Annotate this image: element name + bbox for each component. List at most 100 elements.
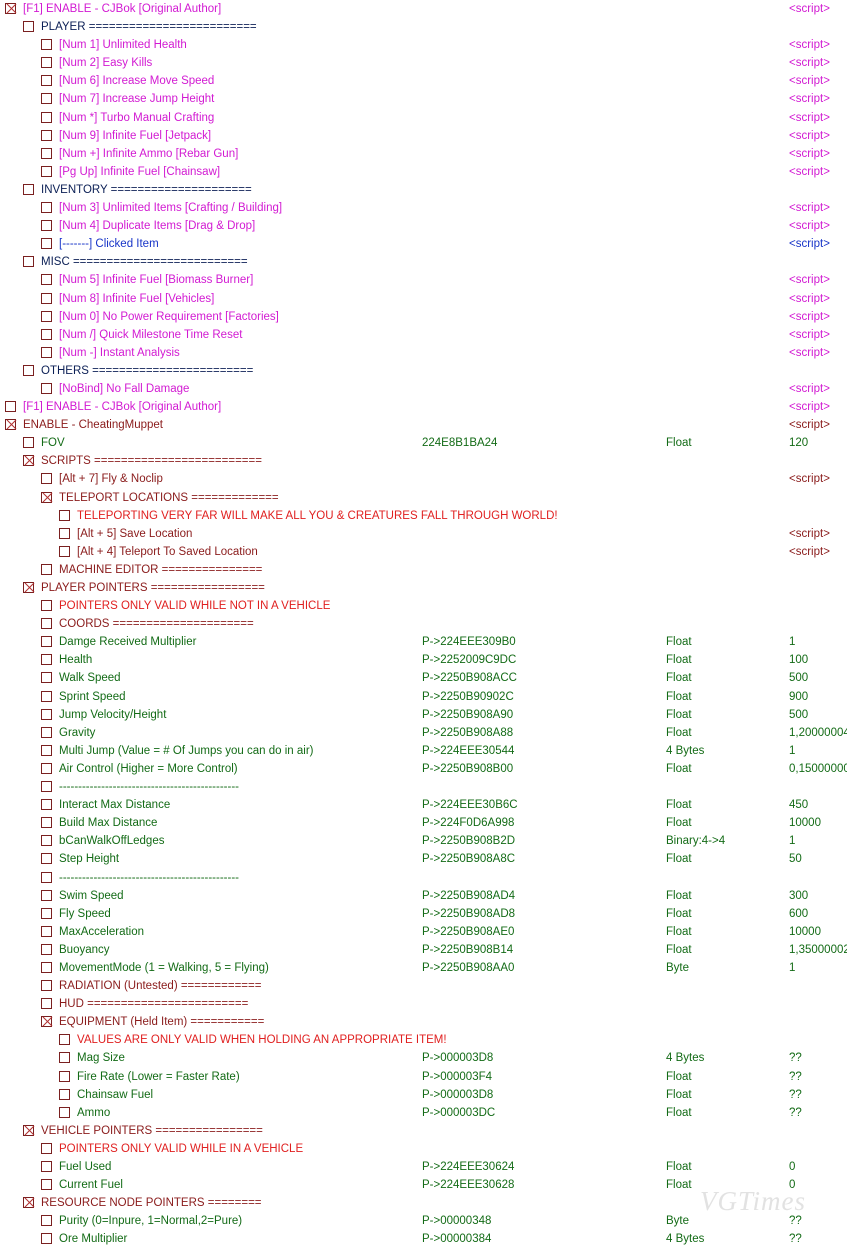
checkbox-unchecked-icon[interactable] (23, 183, 34, 195)
table-row[interactable]: Interact Max Distance P->224EEE30B6C Float… (0, 796, 847, 814)
table-row[interactable]: [Num 9] Infinite Fuel [Jetpack] <script> (0, 127, 847, 145)
table-row[interactable]: VALUES ARE ONLY VALID WHEN HOLDING AN AP… (0, 1031, 847, 1049)
checkbox-checked-icon[interactable] (23, 1197, 34, 1209)
table-row[interactable]: OTHERS ======================== (0, 362, 847, 380)
table-row[interactable]: [Num *] Turbo Manual Crafting <script> (0, 109, 847, 127)
checkbox-unchecked-icon[interactable] (41, 292, 52, 304)
table-row[interactable]: Ammo P->000003DC Float?? (0, 1104, 847, 1122)
table-row[interactable]: MISC ========================== (0, 253, 847, 271)
checkbox-unchecked-icon[interactable] (41, 690, 52, 702)
checkbox-checked-icon[interactable] (23, 1124, 34, 1136)
checkbox-unchecked-icon[interactable] (41, 980, 52, 992)
table-row[interactable]: Multi Jump (Value = # Of Jumps you can d… (0, 742, 847, 760)
checkbox-unchecked-icon[interactable] (41, 961, 52, 973)
table-row[interactable]: bCanWalkOffLedges P->2250B908B2D Binary:4-… (0, 832, 847, 850)
table-row[interactable]: [F1] ENABLE - CJBok [Original Author] <sc… (0, 0, 847, 18)
checkbox-unchecked-icon[interactable] (41, 871, 52, 883)
table-row[interactable]: TELEPORTING VERY FAR WILL MAKE ALL YOU &… (0, 507, 847, 525)
table-row[interactable]: Fire Rate (Lower = Faster Rate) P->000003… (0, 1068, 847, 1086)
checkbox-unchecked-icon[interactable] (41, 165, 52, 177)
checkbox-unchecked-icon[interactable] (59, 1106, 70, 1118)
checkbox-unchecked-icon[interactable] (41, 75, 52, 87)
table-row[interactable]: TELEPORT LOCATIONS ============= (0, 489, 847, 507)
table-row[interactable]: [Num 7] Increase Jump Height <script> (0, 90, 847, 108)
table-row[interactable]: [Num 1] Unlimited Health <script> (0, 36, 847, 54)
table-row[interactable]: Mag Size P->000003D8 4 Bytes?? (0, 1049, 847, 1067)
checkbox-unchecked-icon[interactable] (41, 600, 52, 612)
checkbox-unchecked-icon[interactable] (41, 238, 52, 250)
checkbox-unchecked-icon[interactable] (41, 654, 52, 666)
table-row[interactable]: [Num 2] Easy Kills <script> (0, 54, 847, 72)
checkbox-unchecked-icon[interactable] (5, 401, 16, 413)
table-row[interactable]: Current Fuel P->224EEE30628 Float 0 (0, 1176, 847, 1194)
table-row[interactable]: Buoyancy P->2250B908B14 Float 1,35000002 (0, 941, 847, 959)
table-row[interactable]: [Alt + 5] Save Location <script> (0, 525, 847, 543)
checkbox-unchecked-icon[interactable] (41, 799, 52, 811)
table-row[interactable]: Walk Speed P->2250B908ACC Float 500 (0, 669, 847, 687)
table-row[interactable]: ----------------------------------------… (0, 778, 847, 796)
table-row[interactable]: [Alt + 7] Fly & Noclip <script> (0, 470, 847, 488)
table-row[interactable]: SCRIPTS ========================= (0, 452, 847, 470)
checkbox-unchecked-icon[interactable] (41, 129, 52, 141)
table-row[interactable]: MaxAcceleration P->2250B908AE0 Float 10000 (0, 923, 847, 941)
checkbox-unchecked-icon[interactable] (41, 473, 52, 485)
checkbox-unchecked-icon[interactable] (59, 1070, 70, 1082)
checkbox-unchecked-icon[interactable] (41, 672, 52, 684)
checkbox-unchecked-icon[interactable] (41, 147, 52, 159)
table-row[interactable]: [Num 5] Infinite Fuel [Biomass Burner] <s… (0, 271, 847, 289)
table-row[interactable]: [Num 0] No Power Requirement [Factories]… (0, 308, 847, 326)
checkbox-unchecked-icon[interactable] (41, 202, 52, 214)
checkbox-unchecked-icon[interactable] (23, 256, 34, 268)
checkbox-unchecked-icon[interactable] (59, 1034, 70, 1046)
table-row[interactable]: Damge Received Multiplier P->224EEE309B0 F… (0, 633, 847, 651)
table-row[interactable]: Ore Multiplier P->00000384 4 Bytes?? (0, 1230, 847, 1248)
checkbox-unchecked-icon[interactable] (59, 545, 70, 557)
table-row[interactable]: [NoBind] No Fall Damage <script> (0, 380, 847, 398)
checkbox-unchecked-icon[interactable] (41, 762, 52, 774)
checkbox-unchecked-icon[interactable] (41, 889, 52, 901)
table-row[interactable]: RESOURCE NODE POINTERS ======== (0, 1194, 847, 1212)
checkbox-checked-icon[interactable] (23, 455, 34, 467)
checkbox-unchecked-icon[interactable] (41, 1215, 52, 1227)
checkbox-unchecked-icon[interactable] (41, 744, 52, 756)
table-row[interactable]: POINTERS ONLY VALID WHILE NOT IN A VEHIC… (0, 597, 847, 615)
table-row[interactable]: Health P->2252009C9DC Float 100 (0, 651, 847, 669)
table-row[interactable]: Purity (0=Inpure, 1=Normal,2=Pure) P->000… (0, 1212, 847, 1230)
table-row[interactable]: [Pg Up] Infinite Fuel [Chainsaw] <script> (0, 163, 847, 181)
checkbox-unchecked-icon[interactable] (41, 925, 52, 937)
checkbox-unchecked-icon[interactable] (41, 328, 52, 340)
table-row[interactable]: Swim Speed P->2250B908AD4 Float 300 (0, 887, 847, 905)
checkbox-unchecked-icon[interactable] (41, 382, 52, 394)
table-row[interactable]: Jump Velocity/Height P->2250B908A90 Float 5… (0, 706, 847, 724)
table-row[interactable]: INVENTORY ===================== (0, 181, 847, 199)
table-row[interactable]: [Num -] Instant Analysis <script> (0, 344, 847, 362)
checkbox-unchecked-icon[interactable] (41, 39, 52, 51)
table-row[interactable]: PLAYER POINTERS ================= (0, 579, 847, 597)
checkbox-unchecked-icon[interactable] (41, 1179, 52, 1191)
table-row[interactable]: Build Max Distance P->224F0D6A998 Float 100… (0, 814, 847, 832)
checkbox-unchecked-icon[interactable] (41, 1142, 52, 1154)
checkbox-checked-icon[interactable] (41, 491, 52, 503)
checkbox-checked-icon[interactable] (5, 3, 16, 14)
table-row[interactable]: Sprint Speed P->2250B90902C Float 900 (0, 688, 847, 706)
table-row[interactable]: COORDS ===================== (0, 615, 847, 633)
checkbox-unchecked-icon[interactable] (41, 57, 52, 69)
checkbox-unchecked-icon[interactable] (59, 509, 70, 521)
checkbox-unchecked-icon[interactable] (41, 636, 52, 648)
checkbox-unchecked-icon[interactable] (41, 817, 52, 829)
table-row[interactable]: [Num /] Quick Milestone Time Reset <scrip… (0, 326, 847, 344)
checkbox-unchecked-icon[interactable] (23, 437, 34, 449)
table-row[interactable]: Fuel Used P->224EEE30624 Float 0 (0, 1158, 847, 1176)
checkbox-unchecked-icon[interactable] (41, 998, 52, 1010)
table-row[interactable]: [F1] ENABLE - CJBok [Original Author] <sc… (0, 398, 847, 416)
checkbox-unchecked-icon[interactable] (41, 111, 52, 123)
checkbox-checked-icon[interactable] (41, 1016, 52, 1028)
table-row[interactable]: [-------] Clicked Item <script> (0, 235, 847, 253)
checkbox-unchecked-icon[interactable] (59, 1052, 70, 1064)
checkbox-unchecked-icon[interactable] (41, 310, 52, 322)
table-row[interactable]: [Num 6] Increase Move Speed <script> (0, 72, 847, 90)
checkbox-unchecked-icon[interactable] (41, 346, 52, 358)
checkbox-unchecked-icon[interactable] (41, 618, 52, 630)
checkbox-unchecked-icon[interactable] (41, 835, 52, 847)
table-row[interactable]: RADIATION (Untested) ============ (0, 977, 847, 995)
